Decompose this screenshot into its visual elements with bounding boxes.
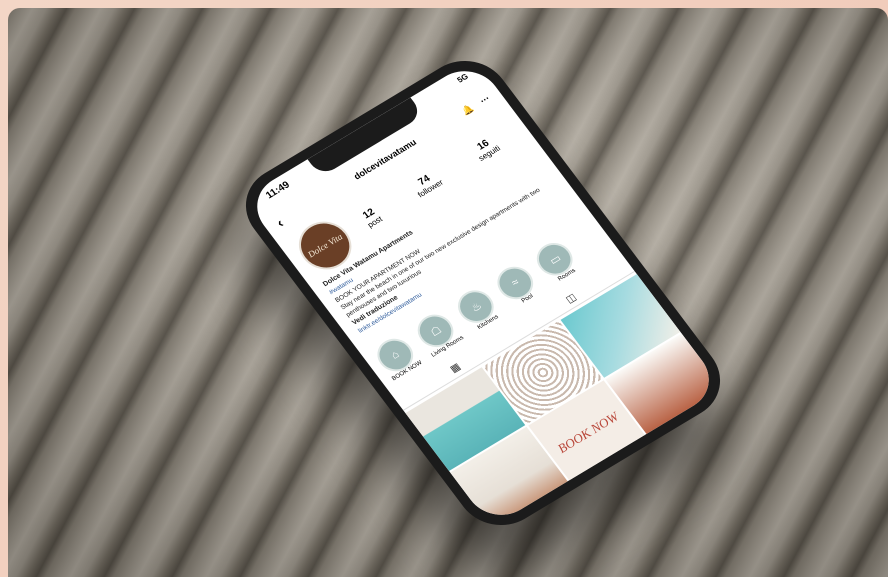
stat-following[interactable]: 16 seguiti xyxy=(470,135,502,163)
highlight-rooms[interactable]: ▭ Rooms xyxy=(530,236,583,287)
status-signal: 5G xyxy=(455,71,471,85)
grid-icon[interactable]: ▦ xyxy=(448,361,463,375)
avatar-text: Dolce Vita xyxy=(305,231,345,259)
highlight-living-rooms[interactable]: ☖ Living Rooms xyxy=(410,308,465,359)
stat-posts[interactable]: 12 post xyxy=(359,206,384,230)
highlight-pool[interactable]: ≈ Pool xyxy=(490,260,544,310)
status-time: 11:49 xyxy=(264,179,293,202)
highlight-kitchens[interactable]: ♨ Kitchens xyxy=(451,284,504,334)
back-icon[interactable]: ‹ xyxy=(273,215,287,230)
highlight-book-now[interactable]: ⌂ BOOK NOW xyxy=(370,332,424,383)
stat-followers[interactable]: 74 follower xyxy=(409,169,445,199)
more-icon[interactable]: ⋯ xyxy=(478,93,492,106)
post-text: BOOK NOW xyxy=(554,408,622,456)
tagged-icon[interactable]: ◫ xyxy=(564,292,579,306)
photo-frame: 11:49 5G ‹ dolcevitavatamu 🔔 ⋯ Dolce Vit… xyxy=(8,8,888,577)
